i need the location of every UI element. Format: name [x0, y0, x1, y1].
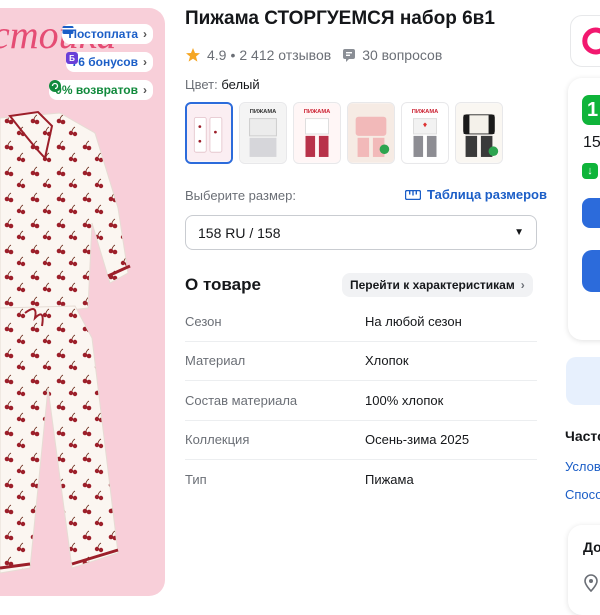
spec-row: Сезон На любой сезон — [185, 302, 537, 342]
postpay-icon — [62, 26, 74, 34]
spec-value: Хлопок — [365, 353, 409, 369]
questions-count[interactable]: 30 вопросов — [362, 47, 442, 63]
spec-value: На любой сезон — [365, 313, 462, 329]
chevron-right-icon: › — [143, 83, 147, 97]
spec-key: Состав материала — [185, 392, 298, 408]
svg-text:Б: Б — [69, 54, 75, 63]
spec-row: Коллекция Осень-зима 2025 — [185, 421, 537, 460]
size-label: Выберите размер: — [185, 188, 296, 203]
delivery-heading: До — [583, 539, 600, 555]
green-price-badge: 1 — [582, 95, 600, 125]
faq-link[interactable]: Услов — [565, 459, 600, 474]
rating-value: 4.9 — [207, 47, 227, 63]
variant-thumbnail[interactable]: ПИЖАМА — [401, 102, 449, 164]
star-icon — [186, 48, 200, 62]
product-title: Пижама СТОРГУЕМСЯ набор 6в1 — [185, 8, 495, 29]
variant-thumbnail[interactable]: ПИЖАМА — [293, 102, 341, 164]
about-title: О товаре — [185, 275, 261, 294]
spec-key: Материал — [185, 353, 246, 369]
returns-label: 0% возвратов — [55, 83, 138, 97]
ruler-icon — [405, 189, 421, 200]
postpay-badge[interactable]: Постоплата › — [62, 24, 153, 44]
variant-thumbnails: ПИЖАМА ПИЖАМА ПИЖАМА — [185, 102, 503, 164]
spec-value: Осень-зима 2025 — [365, 432, 470, 448]
product-image[interactable]: стоика Постоплата › Б 76 бонусов › 0% во… — [0, 8, 165, 596]
rating-row[interactable]: 4.9 • 2 412 отзывов 30 вопросов — [185, 46, 442, 64]
purchase-panel: 1 15 ↓ Часто Услов Спосо До — [560, 0, 600, 615]
location-pin-icon — [584, 574, 598, 592]
size-selected-value: 158 RU / 158 — [198, 224, 281, 241]
characteristics-link-label: Перейти к характеристикам — [350, 278, 515, 292]
bonus-icon: Б — [65, 52, 78, 64]
spec-value: Пижама — [365, 472, 414, 488]
color-label: Цвет: — [185, 77, 218, 92]
size-table-label: Таблица размеров — [427, 187, 547, 202]
return-icon — [49, 80, 62, 92]
variant-thumbnail[interactable] — [185, 102, 233, 164]
caret-down-icon: ▼ — [514, 227, 524, 238]
thumb-label: ПИЖАМА — [412, 109, 439, 115]
size-select[interactable]: 158 RU / 158 ▼ — [185, 215, 537, 250]
spec-row: Тип Пижама — [185, 460, 537, 500]
faq-heading: Часто — [565, 428, 600, 444]
color-row: Цвет: белый — [185, 77, 260, 92]
postpay-label: Постоплата — [68, 27, 138, 41]
size-table-link[interactable]: Таблица размеров — [405, 187, 547, 202]
spec-row: Состав материала 100% хлопок — [185, 381, 537, 421]
seller-logo[interactable] — [570, 15, 600, 67]
questions-icon — [343, 49, 356, 62]
seller-logo-icon — [582, 27, 600, 55]
price-fragment: 15 — [583, 134, 600, 151]
spec-key: Сезон — [185, 313, 222, 329]
spec-key: Коллекция — [185, 432, 250, 448]
faq-link[interactable]: Спосо — [565, 487, 600, 502]
variant-thumbnail[interactable] — [455, 102, 503, 164]
color-value: белый — [221, 77, 260, 92]
bonus-label: 76 бонусов — [71, 55, 138, 69]
chevron-right-icon: › — [143, 27, 147, 41]
returns-badge[interactable]: 0% возвратов › — [49, 80, 153, 100]
add-to-cart-button[interactable] — [582, 250, 600, 292]
spec-row: Материал Хлопок — [185, 342, 537, 381]
characteristics-link[interactable]: Перейти к характеристикам › — [342, 273, 533, 297]
chevron-right-icon: › — [143, 55, 147, 69]
variant-thumbnail[interactable]: ПИЖАМА — [239, 102, 287, 164]
spec-key: Тип — [185, 472, 207, 488]
info-banner[interactable] — [566, 357, 600, 405]
arrow-down-icon: ↓ — [582, 163, 598, 179]
thumb-label: ПИЖАМА — [250, 109, 277, 115]
thumb-label: ПИЖАМА — [304, 109, 331, 115]
specs-table: Сезон На любой сезон Материал Хлопок Сос… — [185, 302, 537, 500]
reviews-count[interactable]: 2 412 отзывов — [239, 47, 331, 63]
chevron-right-icon: › — [520, 278, 525, 292]
rating-separator: • — [230, 47, 236, 63]
blue-action-button[interactable] — [582, 198, 600, 228]
spec-value: 100% хлопок — [365, 392, 444, 408]
variant-thumbnail[interactable] — [347, 102, 395, 164]
bonus-badge[interactable]: Б 76 бонусов › — [65, 52, 153, 72]
